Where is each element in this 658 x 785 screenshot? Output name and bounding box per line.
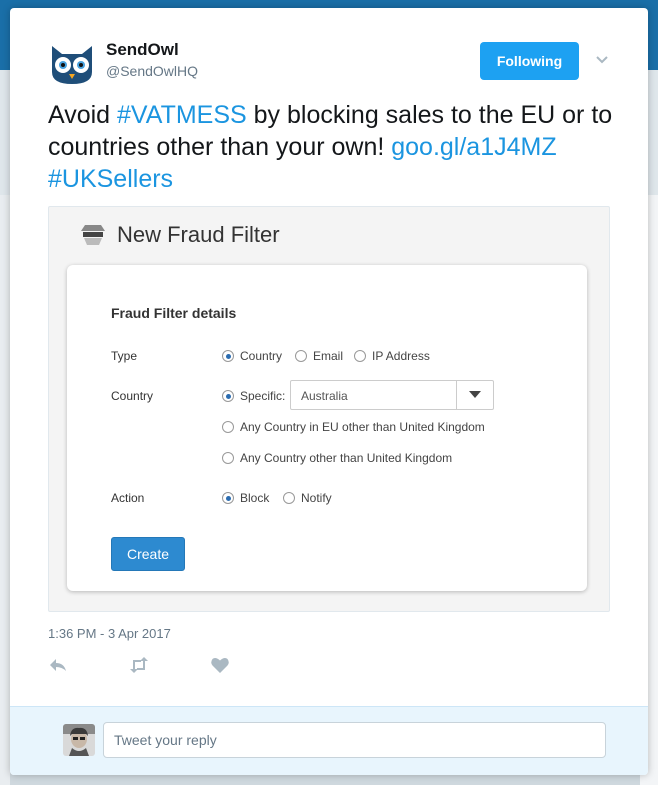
tweet-modal: SendOwl @SendOwlHQ Following Avoid #VATM… xyxy=(10,8,648,775)
country-select: Australia xyxy=(290,380,494,410)
tweet-image[interactable]: New Fraud Filter Fraud Filter details Ty… xyxy=(48,206,610,612)
country-select-value: Australia xyxy=(301,389,348,403)
radio-icon xyxy=(222,421,234,433)
radio-icon xyxy=(222,350,234,362)
reply-icon[interactable] xyxy=(48,656,68,674)
radio-icon xyxy=(222,492,234,504)
like-icon[interactable] xyxy=(210,656,230,674)
select-divider xyxy=(456,381,457,409)
owl-avatar[interactable] xyxy=(48,38,96,86)
type-option-email: Email xyxy=(295,349,343,363)
tweet-timestamp[interactable]: 1:36 PM - 3 Apr 2017 xyxy=(48,626,171,641)
hashtag-uksellers[interactable]: #UKSellers xyxy=(48,165,173,193)
country-label: Country xyxy=(111,389,154,403)
following-button[interactable]: Following xyxy=(480,42,579,80)
fraud-filter-icon xyxy=(81,225,105,245)
background-left-column xyxy=(0,195,10,785)
radio-icon xyxy=(295,350,307,362)
create-button: Create xyxy=(111,537,185,571)
retweet-icon[interactable] xyxy=(129,656,149,674)
hashtag-vatmess[interactable]: #VATMESS xyxy=(117,101,247,129)
type-option-ip: IP Address xyxy=(354,349,430,363)
country-option-other: Any Country other than United Kingdom xyxy=(222,451,452,465)
type-option-country: Country xyxy=(222,349,282,363)
author-handle[interactable]: @SendOwlHQ xyxy=(106,63,198,79)
select-arrow-icon xyxy=(469,391,481,398)
radio-icon xyxy=(283,492,295,504)
action-option-notify: Notify xyxy=(283,491,332,505)
country-option-specific: Specific: xyxy=(222,389,285,403)
country-option-eu: Any Country in EU other than United King… xyxy=(222,420,485,434)
section-title: Fraud Filter details xyxy=(111,305,237,321)
tweet-text: Avoid #VATMESS by blocking sales to the … xyxy=(48,99,618,195)
fraud-filter-title: New Fraud Filter xyxy=(117,222,280,247)
tweet-text-part: Avoid xyxy=(48,101,118,129)
action-option-block: Block xyxy=(222,491,269,505)
fraud-filter-card: Fraud Filter details Type Country Email … xyxy=(67,265,587,591)
chevron-down-icon[interactable] xyxy=(594,52,610,68)
radio-icon xyxy=(354,350,366,362)
type-label: Type xyxy=(111,349,138,363)
radio-icon xyxy=(222,452,234,464)
user-avatar xyxy=(63,724,95,756)
author-name[interactable]: SendOwl xyxy=(106,40,179,60)
short-link[interactable]: goo.gl/a1J4MZ xyxy=(391,133,556,161)
radio-icon xyxy=(222,390,234,402)
reply-bar xyxy=(10,706,648,775)
reply-input[interactable] xyxy=(103,722,606,758)
action-label: Action xyxy=(111,491,145,505)
